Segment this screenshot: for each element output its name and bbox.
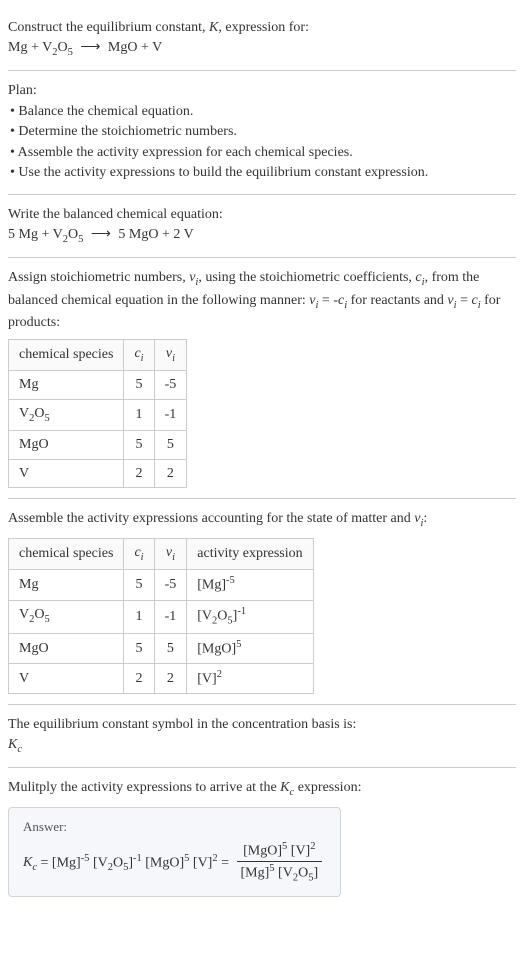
table-cell: V (9, 664, 124, 694)
section-symbol: The equilibrium constant symbol in the c… (8, 705, 516, 768)
table-cell: 2 (154, 664, 187, 694)
table-row: Mg 5 -5 (9, 371, 187, 400)
symbol: Kc (8, 735, 516, 757)
table-row: V2O5 1 -1 [V2O5]-1 (9, 600, 314, 633)
answer-label: Answer: (23, 818, 326, 836)
table-cell: 5 (154, 431, 187, 460)
table-header: νi (154, 339, 187, 370)
table-cell: 5 (154, 633, 187, 663)
activity-intro: Assemble the activity expressions accoun… (8, 509, 516, 531)
table-row: V 2 2 [V]2 (9, 664, 314, 694)
table-header: activity expression (187, 538, 313, 569)
table-cell: 5 (124, 570, 154, 600)
table-cell: 5 (124, 633, 154, 663)
activity-table: chemical species ci νi activity expressi… (8, 538, 314, 694)
stoich-table: chemical species ci νi Mg 5 -5 V2O5 1 -1… (8, 339, 187, 489)
answer-box: Answer: Kc = [Mg]-5 [V2O5]-1 [MgO]5 [V]2… (8, 807, 341, 898)
table-row: Mg 5 -5 [Mg]-5 (9, 570, 314, 600)
stoich-intro: Assign stoichiometric numbers, νi, using… (8, 268, 516, 333)
table-header: ci (124, 538, 154, 569)
table-header: ci (124, 339, 154, 370)
table-cell: 2 (124, 664, 154, 694)
section-plan: Plan: • Balance the chemical equation. •… (8, 71, 516, 195)
table-cell: -1 (154, 600, 187, 633)
plan-item: • Balance the chemical equation. (8, 102, 516, 122)
table-cell: V (9, 459, 124, 488)
table-cell: [V]2 (187, 664, 313, 694)
table-cell: -5 (154, 570, 187, 600)
table-cell: [Mg]-5 (187, 570, 313, 600)
intro-line1: Construct the equilibrium constant, K, e… (8, 18, 516, 38)
table-header: chemical species (9, 538, 124, 569)
table-cell: V2O5 (9, 600, 124, 633)
table-row: MgO 5 5 (9, 431, 187, 460)
table-header: νi (154, 538, 187, 569)
table-cell: 2 (124, 459, 154, 488)
section-activity: Assemble the activity expressions accoun… (8, 499, 516, 705)
table-cell: Mg (9, 371, 124, 400)
answer-formula: Kc = [Mg]-5 [V2O5]-1 [MgO]5 [V]2 = [MgO]… (23, 840, 326, 886)
table-row: V2O5 1 -1 (9, 399, 187, 430)
table-cell: 5 (124, 371, 154, 400)
table-row: V 2 2 (9, 459, 187, 488)
intro-equation: Mg + V2O5 ⟶ MgO + V (8, 38, 516, 60)
table-cell: 5 (124, 431, 154, 460)
table-cell: [MgO]5 (187, 633, 313, 663)
multiply-intro: Mulitply the activity expressions to arr… (8, 778, 516, 800)
table-cell: MgO (9, 431, 124, 460)
symbol-intro: The equilibrium constant symbol in the c… (8, 715, 516, 735)
plan-item: • Use the activity expressions to build … (8, 163, 516, 183)
table-cell: V2O5 (9, 399, 124, 430)
table-cell: MgO (9, 633, 124, 663)
table-cell: 2 (154, 459, 187, 488)
table-header: chemical species (9, 339, 124, 370)
table-cell: 1 (124, 399, 154, 430)
section-stoich: Assign stoichiometric numbers, νi, using… (8, 258, 516, 499)
plan-item: • Determine the stoichiometric numbers. (8, 122, 516, 142)
table-cell: Mg (9, 570, 124, 600)
table-row: MgO 5 5 [MgO]5 (9, 633, 314, 663)
table-cell: -1 (154, 399, 187, 430)
section-intro: Construct the equilibrium constant, K, e… (8, 8, 516, 71)
balanced-equation: 5 Mg + V2O5 ⟶ 5 MgO + 2 V (8, 225, 516, 247)
balanced-heading: Write the balanced chemical equation: (8, 205, 516, 225)
plan-item: • Assemble the activity expression for e… (8, 143, 516, 163)
section-multiply: Mulitply the activity expressions to arr… (8, 768, 516, 907)
table-cell: [V2O5]-1 (187, 600, 313, 633)
section-balanced: Write the balanced chemical equation: 5 … (8, 195, 516, 258)
table-cell: -5 (154, 371, 187, 400)
plan-heading: Plan: (8, 81, 516, 101)
table-cell: 1 (124, 600, 154, 633)
